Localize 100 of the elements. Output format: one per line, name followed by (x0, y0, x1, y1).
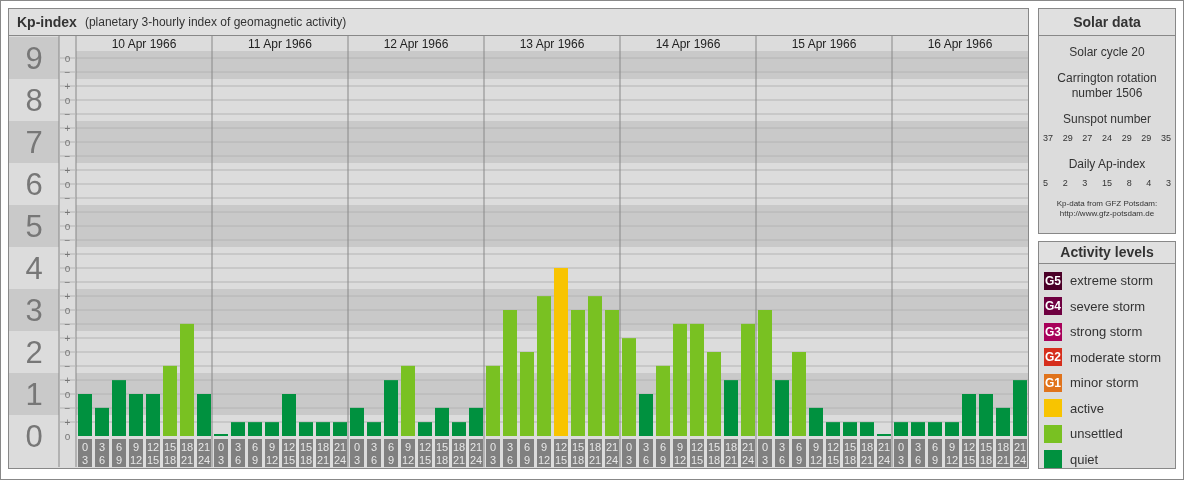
time-range-label: 0 3 (486, 439, 500, 467)
ap-index-title: Daily Ap-index (1068, 155, 1146, 173)
minor-tick: o (58, 95, 77, 106)
date-label: 16 Apr 1966 (927, 37, 993, 51)
time-range-label: 21 24 (469, 439, 483, 467)
time-range-label: 12 15 (690, 439, 704, 467)
y-axis-label: 7 (25, 125, 43, 160)
sunspot-value: 29 (1121, 132, 1132, 145)
minor-tick: o (58, 53, 77, 64)
time-range-label: 9 12 (129, 439, 143, 467)
time-range-label: 0 3 (350, 439, 364, 467)
time-range-label: 21 24 (1013, 439, 1027, 467)
storm-level-badge: G5 (1044, 271, 1062, 290)
time-range-label: 21 24 (197, 439, 211, 467)
minor-tick: o (58, 389, 77, 400)
storm-level-badge: G4 (1044, 297, 1062, 316)
time-range-label: 18 21 (996, 439, 1010, 467)
storm-level-badge: G3 (1044, 322, 1062, 341)
time-range-label: 15 18 (707, 439, 721, 467)
time-range-label: 6 9 (656, 439, 670, 467)
sunspot-value: 29 (1062, 132, 1073, 145)
minor-tick: o (58, 305, 77, 316)
y-axis-label: 2 (25, 335, 43, 370)
ap-index-value: 8 (1126, 176, 1132, 190)
minor-tick: + (58, 165, 77, 176)
time-range-label: 0 3 (214, 439, 228, 467)
legend-label: extreme storm (1070, 272, 1154, 290)
time-range-label: 6 9 (384, 439, 398, 467)
panel-title: Solar data (1039, 9, 1175, 36)
time-range-label: 9 12 (401, 439, 415, 467)
ap-index-value: 4 (1146, 176, 1152, 190)
sunspot-value: 24 (1101, 132, 1112, 145)
minor-tick: − (58, 277, 77, 288)
time-range-label: 9 12 (809, 439, 823, 467)
ap-index-value: 3 (1082, 176, 1088, 190)
minor-tick: − (58, 361, 77, 372)
time-range-label: 18 21 (724, 439, 738, 467)
axis-stripe (9, 121, 59, 163)
time-range-label: 0 3 (622, 439, 636, 467)
y-axis-label: 0 (25, 419, 43, 454)
y-axis-label: 3 (25, 293, 43, 328)
ap-index-value: 5 (1043, 176, 1048, 190)
time-range-label: 6 9 (792, 439, 806, 467)
time-range-label: 21 24 (605, 439, 619, 467)
chart-subtitle: (planetary 3-hourly index of geomagnetic activity) (84, 14, 347, 31)
y-axis-label: 8 (25, 83, 43, 118)
minor-tick: o (58, 221, 77, 232)
time-range-label: 0 3 (78, 439, 92, 467)
minor-tick: o (58, 137, 77, 148)
minor-tick: + (58, 81, 77, 92)
legend-label: active (1070, 399, 1104, 418)
axis-stripe (9, 289, 59, 331)
minor-tick: − (58, 67, 77, 78)
sunspot-value: 35 (1160, 132, 1171, 145)
time-range-label: 15 18 (299, 439, 313, 467)
minor-tick: − (58, 193, 77, 204)
date-label: 15 Apr 1966 (791, 37, 857, 51)
time-range-label: 15 18 (163, 439, 177, 467)
minor-tick: o (58, 347, 77, 358)
time-range-label: 6 9 (112, 439, 126, 467)
axis-stripe (9, 37, 59, 79)
date-label: 12 Apr 1966 (383, 37, 449, 51)
ap-index-value: 15 (1101, 176, 1112, 190)
minor-tick: + (58, 291, 77, 302)
ap-index-value: 3 (1165, 176, 1171, 190)
time-range-label: 3 6 (231, 439, 245, 467)
time-range-label: 3 6 (367, 439, 381, 467)
sunspot-value: 37 (1043, 132, 1053, 145)
time-range-label: 12 15 (418, 439, 432, 467)
sunspot-value: 29 (1141, 132, 1152, 145)
legend-label: moderate storm (1070, 348, 1162, 367)
legend-label: minor storm (1070, 374, 1139, 392)
time-range-label: 21 24 (741, 439, 755, 467)
minor-tick: o (64, 431, 71, 442)
source-link[interactable]: http://www.gfz-potsdam.de (1059, 209, 1155, 219)
solar-cycle: Solar cycle 20 (1069, 44, 1145, 61)
minor-tick: + (58, 333, 77, 344)
legend-label: severe storm (1070, 297, 1146, 316)
time-range-label: 0 3 (894, 439, 908, 467)
minor-tick: + (58, 123, 77, 134)
y-axis-label: 6 (25, 167, 43, 202)
sunspot-value: 27 (1082, 132, 1093, 145)
legend-label: quiet (1070, 450, 1099, 469)
y-axis-label: 1 (25, 377, 43, 412)
time-range-label: 3 6 (911, 439, 925, 467)
time-range-label: 21 24 (877, 439, 891, 467)
minor-tick: + (58, 249, 77, 260)
time-range-label: 3 6 (639, 439, 653, 467)
time-range-label: 12 15 (962, 439, 976, 467)
time-range-label: 18 21 (316, 439, 330, 467)
time-range-label: 18 21 (588, 439, 602, 467)
panel-title: Activity levels (1039, 242, 1175, 264)
time-range-label: 21 24 (333, 439, 347, 467)
date-label: 10 Apr 1966 (111, 37, 177, 51)
axis-stripe (9, 373, 59, 415)
legend-label: strong storm (1070, 323, 1143, 341)
time-range-label: 12 15 (282, 439, 296, 467)
time-range-label: 15 18 (435, 439, 449, 467)
axis-stripe (9, 205, 59, 247)
minor-tick: o (58, 179, 77, 190)
